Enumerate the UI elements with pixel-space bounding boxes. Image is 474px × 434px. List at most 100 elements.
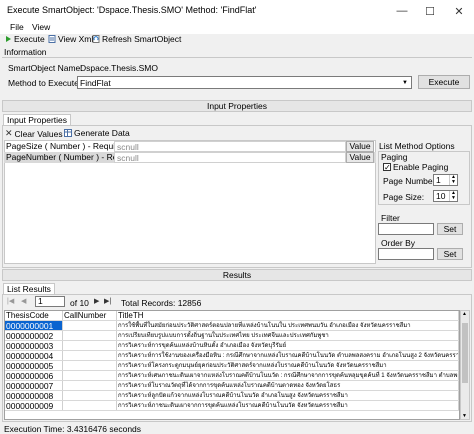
cell-thesiscode[interactable]: 0000000004 xyxy=(5,351,63,360)
order-by-input[interactable] xyxy=(378,248,434,260)
clear-values-label: Clear Values xyxy=(14,128,63,139)
refresh-smartobject-label: Refresh SmartObject xyxy=(102,34,182,44)
table-row[interactable]: 0000000009 การวิเคราะห์ภาชนะดินเผาจากการข… xyxy=(5,401,459,411)
filter-input[interactable] xyxy=(378,223,434,235)
cell-callnumber[interactable] xyxy=(63,381,117,390)
cell-titleth[interactable]: การวิเคราะห์การใช้งานของเครื่องมือหิน : … xyxy=(117,351,459,360)
view-xml-button[interactable]: View Xml xyxy=(48,34,93,44)
pagenumber-label: PageNumber ( Number ) - Required xyxy=(6,152,114,162)
cell-titleth[interactable]: การวิเคราะห์การขุดค้นแหล่งบ้านหินตั้ง อำ… xyxy=(117,341,459,350)
cell-titleth[interactable]: การเปรียบเทียบรูปแบบการตั้งถิ่นฐานในประเ… xyxy=(117,331,459,340)
play-icon xyxy=(6,36,11,42)
xml-document-icon xyxy=(48,35,56,43)
clear-icon: ✕ xyxy=(5,128,13,138)
cell-thesiscode[interactable]: 0000000006 xyxy=(5,371,63,380)
smartobject-name-label: SmartObject Name: xyxy=(8,63,83,73)
cell-callnumber[interactable] xyxy=(63,351,117,360)
cell-titleth[interactable]: การวิเคราะห์เศษภาชนะดินเผาจากแหล่งโบราณค… xyxy=(117,371,459,380)
results-header: Results xyxy=(2,269,472,281)
cell-thesiscode[interactable]: 0000000003 xyxy=(5,341,63,350)
execute-button[interactable]: Execute xyxy=(418,75,470,89)
column-header-callnumber[interactable]: CallNumber xyxy=(63,311,117,320)
results-scrollbar[interactable]: ▲ ▼ xyxy=(460,310,470,420)
page-number-label: Page Number: xyxy=(383,176,438,186)
cell-titleth[interactable]: การใช้พื้นที่ในสมัยก่อนประวัติศาสตร์ตอนป… xyxy=(117,321,459,330)
execute-toolbar-label: Execute xyxy=(14,34,45,44)
cell-callnumber[interactable] xyxy=(63,391,117,400)
cell-titleth[interactable]: การวิเคราะห์ภาชนะดินเผาจากการขุดค้นแหล่ง… xyxy=(117,401,459,410)
cell-callnumber[interactable] xyxy=(63,371,117,380)
cell-thesiscode[interactable]: 0000000007 xyxy=(5,381,63,390)
cell-callnumber[interactable] xyxy=(63,321,117,330)
minimize-icon[interactable]: — xyxy=(387,0,417,22)
refresh-icon xyxy=(92,35,100,43)
column-header-thesiscode[interactable]: ThesisCode xyxy=(5,311,63,320)
pagenumber-value-button[interactable]: Value xyxy=(346,152,374,163)
page-number-input[interactable]: 1 xyxy=(35,296,65,307)
page-number-value: 1 xyxy=(436,175,441,185)
title-bar: Execute SmartObject: 'Dspace.Thesis.SMO'… xyxy=(0,0,474,22)
refresh-smartobject-button[interactable]: Refresh SmartObject xyxy=(92,34,181,44)
table-row[interactable]: 0000000001 การใช้พื้นที่ในสมัยก่อนประวัติ… xyxy=(5,321,459,331)
close-icon[interactable]: ✕ xyxy=(444,0,474,22)
table-row[interactable]: 0000000004 การวิเคราะห์การใช้งานของเครื่อ… xyxy=(5,351,459,361)
generate-data-button[interactable]: Generate Data xyxy=(64,128,130,138)
window-title: Execute SmartObject: 'Dspace.Thesis.SMO'… xyxy=(7,5,257,15)
list-method-options-title: List Method Options xyxy=(379,141,455,151)
cell-callnumber[interactable] xyxy=(63,361,117,370)
table-row[interactable]: 0000000002 การเปรียบเทียบรูปแบบการตั้งถิ่… xyxy=(5,331,459,341)
cell-thesiscode[interactable]: 0000000002 xyxy=(5,331,63,340)
results-grid: ThesisCode CallNumber TitleTH 0000000001… xyxy=(4,310,460,420)
page-number-stepper[interactable]: 1 ▲ ▼ xyxy=(433,174,458,186)
information-section-label: Information xyxy=(4,47,47,57)
spin-arrows-icon[interactable]: ▲ ▼ xyxy=(449,175,457,185)
input-row-pagenumber: PageNumber ( Number ) - Required scnull … xyxy=(4,152,376,163)
cell-callnumber[interactable] xyxy=(63,331,117,340)
cell-callnumber[interactable] xyxy=(63,341,117,350)
next-page-icon[interactable]: ▶ xyxy=(94,297,99,305)
pagesize-input[interactable]: scnull xyxy=(114,141,346,152)
execute-toolbar-button[interactable]: Execute xyxy=(5,34,45,44)
checkbox-checked-icon: ✓ xyxy=(383,163,391,172)
page-size-label: Page Size: xyxy=(383,192,425,202)
execute-smartobject-window: Execute SmartObject: 'Dspace.Thesis.SMO'… xyxy=(0,0,474,434)
scroll-up-icon[interactable]: ▲ xyxy=(462,311,467,317)
menu-bar: File View xyxy=(0,22,474,34)
generate-data-icon xyxy=(64,129,72,137)
table-row[interactable]: 0000000003 การวิเคราะห์การขุดค้นแหล่งบ้าน… xyxy=(5,341,459,351)
table-row[interactable]: 0000000005 การวิเคราะห์โครงกระดูกมนุษย์ยุ… xyxy=(5,361,459,371)
page-size-stepper[interactable]: 10 ▲ ▼ xyxy=(433,190,458,202)
enable-paging-checkbox[interactable]: ✓ Enable Paging xyxy=(383,162,448,172)
cell-titleth[interactable]: การวิเคราะห์โบราณวัตถุที่ได้จากการขุดค้น… xyxy=(117,381,459,390)
table-row[interactable]: 0000000007 การวิเคราะห์โบราณวัตถุที่ได้จา… xyxy=(5,381,459,391)
filter-set-button[interactable]: Set xyxy=(437,223,463,235)
paging-label: Paging xyxy=(381,152,408,162)
cell-callnumber[interactable] xyxy=(63,401,117,410)
enable-paging-label: Enable Paging xyxy=(393,162,449,172)
method-select[interactable]: FindFlat ▼ xyxy=(77,76,412,89)
menu-file[interactable]: File xyxy=(10,22,24,32)
last-page-icon[interactable]: ▶| xyxy=(104,297,111,305)
column-header-titleth[interactable]: TitleTH xyxy=(117,311,459,320)
table-row[interactable]: 0000000006 การวิเคราะห์เศษภาชนะดินเผาจากแ… xyxy=(5,371,459,381)
cell-thesiscode[interactable]: 0000000008 xyxy=(5,391,63,400)
table-row[interactable]: 0000000008 การวิเคราะห์ลูกปัดแก้วจากแหล่ง… xyxy=(5,391,459,401)
previous-page-icon[interactable]: ◀ xyxy=(21,297,26,305)
maximize-icon[interactable]: ☐ xyxy=(415,0,445,22)
clear-values-button[interactable]: ✕ Clear Values xyxy=(5,128,63,139)
spin-arrows-icon[interactable]: ▲ ▼ xyxy=(449,191,457,201)
cell-titleth[interactable]: การวิเคราะห์โครงกระดูกมนุษย์ยุคก่อนประวั… xyxy=(117,361,459,370)
scroll-down-icon[interactable]: ▼ xyxy=(462,413,467,419)
pagenumber-input[interactable]: scnull xyxy=(114,152,346,163)
first-page-icon[interactable]: |◀ xyxy=(7,297,14,305)
cell-thesiscode[interactable]: 0000000005 xyxy=(5,361,63,370)
cell-titleth[interactable]: การวิเคราะห์ลูกปัดแก้วจากแหล่งโบราณคดีบ้… xyxy=(117,391,459,400)
menu-view[interactable]: View xyxy=(32,22,50,32)
pagesize-value-button[interactable]: Value xyxy=(346,141,374,152)
method-to-execute-label: Method to Execute: xyxy=(8,78,82,88)
cell-thesiscode[interactable]: 0000000001 xyxy=(5,321,63,330)
cell-thesiscode[interactable]: 0000000009 xyxy=(5,401,63,410)
scrollbar-thumb[interactable] xyxy=(462,323,468,383)
order-by-set-button[interactable]: Set xyxy=(437,248,463,260)
grid-header-row: ThesisCode CallNumber TitleTH xyxy=(5,311,459,321)
